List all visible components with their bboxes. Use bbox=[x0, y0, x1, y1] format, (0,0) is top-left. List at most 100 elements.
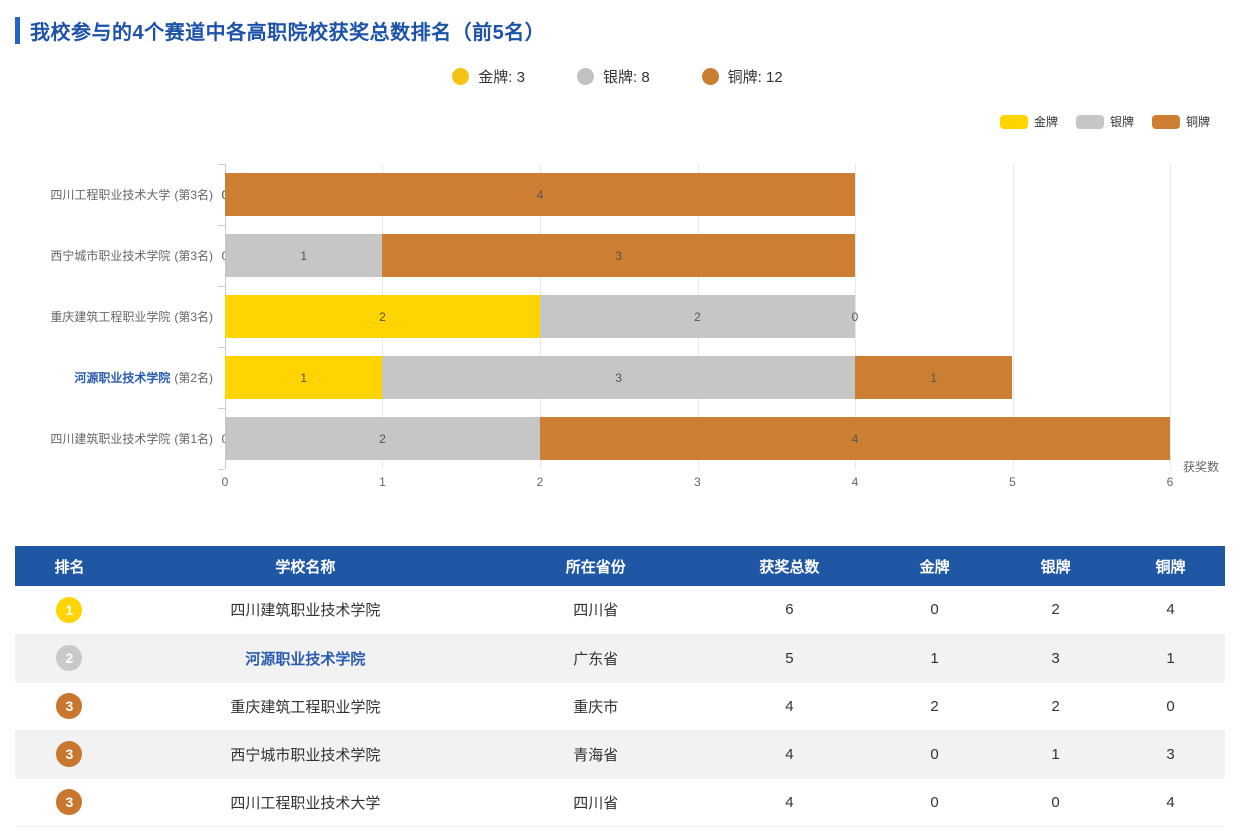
rank-badge: 3 bbox=[56, 789, 82, 815]
bar-segment-银牌[interactable]: 1 bbox=[225, 234, 382, 277]
silver-medal-dot-icon bbox=[577, 68, 594, 85]
school-name-cell: 重庆建筑工程职业学院 bbox=[124, 682, 487, 730]
bronze-swatch-icon bbox=[1152, 115, 1180, 129]
bar-segment-铜牌[interactable]: 1 bbox=[855, 356, 1012, 399]
bar-segment-label: 2 bbox=[379, 310, 386, 324]
rank-badge: 3 bbox=[56, 693, 82, 719]
legend-item-铜牌[interactable]: 铜牌 bbox=[1152, 113, 1210, 130]
x-tick-label: 5 bbox=[1009, 475, 1016, 489]
table-row: 2河源职业技术学院广东省5131 bbox=[15, 634, 1225, 682]
bar-segment-银牌[interactable]: 3 bbox=[382, 356, 855, 399]
rank-badge: 1 bbox=[56, 597, 82, 623]
bronze-count-cell: 1 bbox=[1116, 634, 1225, 682]
bar-segment-label: 2 bbox=[694, 310, 701, 324]
total-awards-cell: 4 bbox=[705, 730, 874, 778]
x-tick-label: 1 bbox=[379, 475, 386, 489]
total-awards-cell: 4 bbox=[705, 778, 874, 826]
legend-item-金牌[interactable]: 金牌 bbox=[1000, 113, 1058, 130]
silver-count-cell: 3 bbox=[995, 634, 1116, 682]
title-accent-bar bbox=[15, 17, 20, 44]
y-axis-tick bbox=[218, 225, 225, 226]
column-header-5: 银牌 bbox=[995, 546, 1116, 586]
page-header: 我校参与的4个赛道中各高职院校获奖总数排名（前5名） bbox=[0, 0, 1235, 45]
province-cell: 四川省 bbox=[487, 586, 705, 634]
awards-bar-chart: 金牌银牌铜牌 四川工程职业技术大学(第3名)西宁城市职业技术学院(第3名)重庆建… bbox=[0, 85, 1235, 505]
bar-segment-银牌[interactable]: 2 bbox=[225, 417, 540, 460]
total-awards-cell: 4 bbox=[705, 682, 874, 730]
x-tick-label: 3 bbox=[694, 475, 701, 489]
category-school-name: 四川建筑职业技术学院 bbox=[50, 430, 170, 447]
category-rank-suffix: (第2名) bbox=[174, 369, 213, 386]
bar-segment-铜牌[interactable]: 3 bbox=[382, 234, 855, 277]
bar-row: 024 bbox=[225, 417, 1170, 460]
bar-segment-label: 1 bbox=[300, 371, 307, 385]
bronze-count-cell: 3 bbox=[1116, 730, 1225, 778]
bar-row: 1 3 1 bbox=[225, 356, 1170, 399]
x-axis-title: 获奖数 bbox=[1183, 458, 1219, 475]
school-name-cell: 四川建筑职业技术学院 bbox=[124, 586, 487, 634]
bar-segment-label: 1 bbox=[930, 371, 937, 385]
medal-summary-item: 铜牌: 12 bbox=[702, 66, 783, 87]
table-row: 3西宁城市职业技术学院青海省4013 bbox=[15, 730, 1225, 778]
silver-count-cell: 2 bbox=[995, 682, 1116, 730]
total-awards-cell: 5 bbox=[705, 634, 874, 682]
y-axis-tick bbox=[218, 408, 225, 409]
gold-count-cell: 0 bbox=[874, 730, 995, 778]
rank-badge: 2 bbox=[56, 645, 82, 671]
bronze-medal-dot-icon bbox=[702, 68, 719, 85]
province-cell: 四川省 bbox=[487, 778, 705, 826]
rank-cell: 3 bbox=[15, 730, 124, 778]
medal-summary-label: 铜牌: 12 bbox=[728, 66, 783, 87]
plot-area: 004013220131024 bbox=[225, 164, 1170, 469]
province-cell: 青海省 bbox=[487, 730, 705, 778]
bar-row: 220 bbox=[225, 295, 1170, 338]
category-school-name: 四川工程职业技术大学 bbox=[50, 186, 170, 203]
category-school-name: 河源职业技术学院 bbox=[74, 369, 170, 386]
province-cell: 重庆市 bbox=[487, 682, 705, 730]
table-row: 1四川建筑职业技术学院四川省6024 bbox=[15, 586, 1225, 634]
column-header-3: 获奖总数 bbox=[705, 546, 874, 586]
gridline bbox=[1170, 164, 1171, 469]
medal-summary-label: 银牌: 8 bbox=[603, 66, 650, 87]
category-rank-suffix: (第3名) bbox=[174, 186, 213, 203]
category-rank-suffix: (第3名) bbox=[174, 308, 213, 325]
y-axis-category-label: 重庆建筑工程职业学院(第3名) bbox=[0, 286, 213, 347]
bar-segment-金牌[interactable]: 2 bbox=[225, 295, 540, 338]
y-axis-tick bbox=[218, 164, 225, 165]
bar-segment-铜牌[interactable]: 4 bbox=[540, 417, 1170, 460]
bar-segment-金牌[interactable]: 1 bbox=[225, 356, 382, 399]
gold-swatch-icon bbox=[1000, 115, 1028, 129]
table-row: 3重庆建筑工程职业学院重庆市4220 bbox=[15, 682, 1225, 730]
column-header-6: 铜牌 bbox=[1116, 546, 1225, 586]
category-school-name: 西宁城市职业技术学院 bbox=[50, 247, 170, 264]
gold-count-cell: 0 bbox=[874, 778, 995, 826]
y-axis-tick bbox=[218, 286, 225, 287]
category-rank-suffix: (第1名) bbox=[174, 430, 213, 447]
medal-summary: 金牌: 3 银牌: 8 铜牌: 12 bbox=[0, 67, 1235, 85]
bar-segment-label: 3 bbox=[615, 371, 622, 385]
y-axis-tick bbox=[218, 469, 225, 470]
page-title: 我校参与的4个赛道中各高职院校获奖总数排名（前5名） bbox=[30, 16, 545, 45]
x-tick-label: 6 bbox=[1167, 475, 1174, 489]
column-header-0: 排名 bbox=[15, 546, 124, 586]
medal-summary-label: 金牌: 3 bbox=[478, 66, 525, 87]
legend-item-银牌[interactable]: 银牌 bbox=[1076, 113, 1134, 130]
silver-count-cell: 0 bbox=[995, 778, 1116, 826]
rank-badge: 3 bbox=[56, 741, 82, 767]
column-header-4: 金牌 bbox=[874, 546, 995, 586]
chart-legend: 金牌 银牌 铜牌 bbox=[1000, 113, 1210, 130]
column-header-2: 所在省份 bbox=[487, 546, 705, 586]
x-tick-label: 0 bbox=[222, 475, 229, 489]
rank-cell: 3 bbox=[15, 682, 124, 730]
bar-segment-铜牌[interactable]: 4 bbox=[225, 173, 855, 216]
silver-count-cell: 1 bbox=[995, 730, 1116, 778]
rank-cell: 1 bbox=[15, 586, 124, 634]
medal-summary-item: 银牌: 8 bbox=[577, 66, 650, 87]
x-tick-label: 4 bbox=[852, 475, 859, 489]
school-name-cell: 西宁城市职业技术学院 bbox=[124, 730, 487, 778]
bar-segment-label: 4 bbox=[537, 188, 544, 202]
bronze-count-cell: 0 bbox=[1116, 682, 1225, 730]
legend-label: 金牌 bbox=[1034, 113, 1058, 130]
rank-cell: 2 bbox=[15, 634, 124, 682]
bar-segment-银牌[interactable]: 2 bbox=[540, 295, 855, 338]
